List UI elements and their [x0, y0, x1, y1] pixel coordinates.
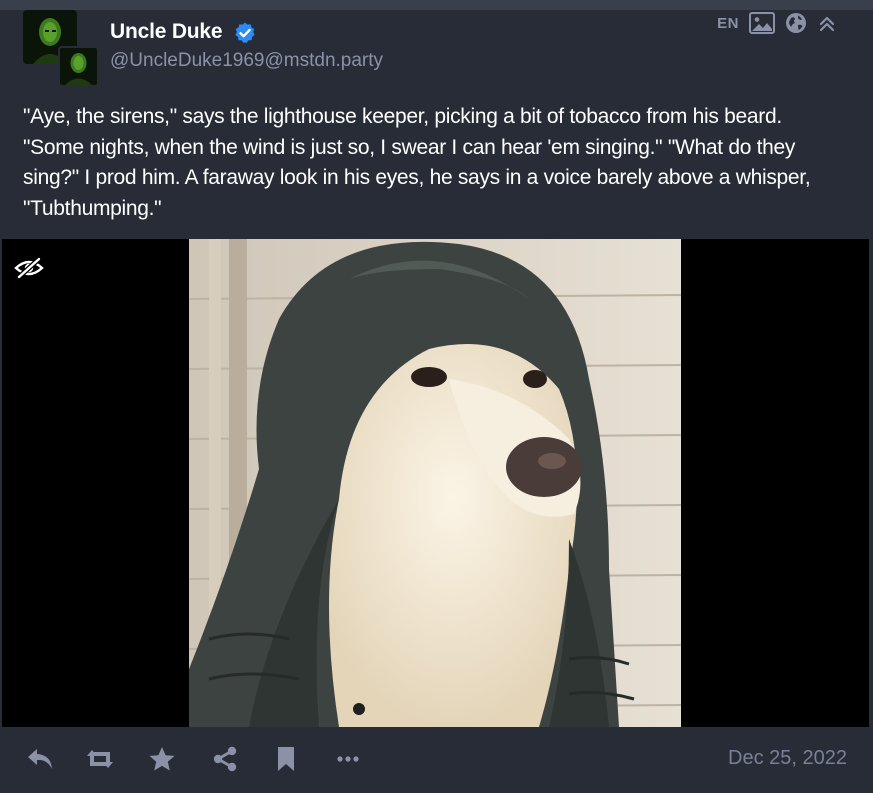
more-icon [337, 756, 359, 762]
reply-button[interactable] [22, 741, 58, 777]
boost-icon [87, 750, 113, 768]
top-divider [0, 0, 873, 10]
boost-button[interactable] [82, 741, 118, 777]
status-content: "Aye, the sirens," says the lighthouse k… [23, 105, 811, 220]
share-icon [213, 746, 237, 772]
status-timestamp[interactable]: Dec 25, 2022 [728, 747, 847, 770]
reply-icon [28, 749, 52, 769]
favourite-button[interactable] [144, 741, 180, 777]
account-handle[interactable]: @UncleDuke1969@mstdn.party [110, 50, 383, 72]
media-image[interactable] [189, 239, 681, 727]
favourite-icon [149, 747, 175, 771]
status-meta: EN [717, 12, 837, 34]
status-card[interactable]: Uncle Duke @UncleDuke1969@mstdn.party EN [0, 10, 873, 793]
verified-badge-icon [233, 21, 257, 45]
display-name[interactable]: Uncle Duke [110, 20, 223, 44]
media-gallery[interactable] [2, 239, 869, 727]
collapse-icon[interactable] [817, 13, 837, 33]
globe-icon [785, 12, 807, 34]
secondary-avatar[interactable] [58, 46, 99, 87]
share-button[interactable] [207, 741, 243, 777]
status-action-bar: Dec 25, 2022 [0, 727, 873, 793]
language-badge: EN [717, 14, 739, 32]
bookmark-button[interactable] [268, 741, 304, 777]
eye-slash-icon[interactable] [14, 257, 44, 279]
more-button[interactable] [330, 741, 366, 777]
image-icon [749, 12, 775, 34]
bookmark-icon [278, 747, 294, 771]
